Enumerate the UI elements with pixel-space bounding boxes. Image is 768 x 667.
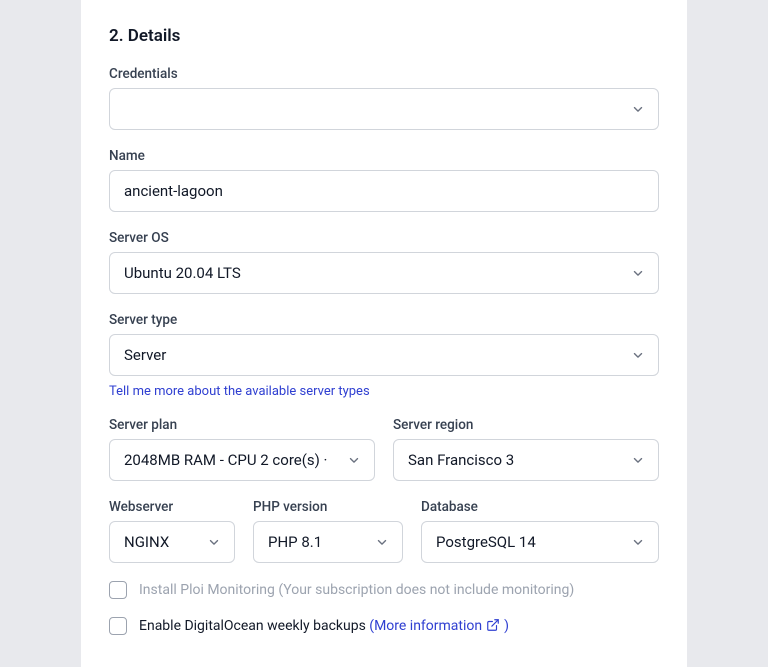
backups-label-text: Enable DigitalOcean weekly backups [139,618,369,634]
database-label: Database [421,499,659,515]
server-plan-control: 2048MB RAM - CPU 2 core(s) · [109,439,375,481]
webserver-field: Webserver NGINX [109,499,235,563]
server-plan-select[interactable]: 2048MB RAM - CPU 2 core(s) · [109,439,375,481]
plan-region-row: Server plan 2048MB RAM - CPU 2 core(s) ·… [109,417,659,481]
server-plan-field: Server plan 2048MB RAM - CPU 2 core(s) · [109,417,375,481]
webserver-label: Webserver [109,499,235,515]
database-select[interactable]: PostgreSQL 14 [421,521,659,563]
backups-link-text: (More information [369,618,482,634]
backups-more-info-link[interactable]: (More information ) [369,618,509,634]
name-control [109,170,659,212]
server-os-field: Server OS Ubuntu 20.04 LTS [109,230,659,294]
server-region-field: Server region San Francisco 3 [393,417,659,481]
backups-link-suffix: ) [504,618,509,634]
php-version-control: PHP 8.1 [253,521,403,563]
external-link-icon [486,618,500,632]
server-os-control: Ubuntu 20.04 LTS [109,252,659,294]
database-field: Database PostgreSQL 14 [421,499,659,563]
backups-row: Enable DigitalOcean weekly backups (More… [109,617,659,635]
webserver-col: Webserver NGINX [109,499,235,563]
name-label: Name [109,148,659,164]
server-type-label: Server type [109,312,659,328]
backups-label: Enable DigitalOcean weekly backups (More… [139,618,509,634]
monitoring-checkbox[interactable] [109,581,127,599]
section-heading: 2. Details [109,26,659,46]
stack-row: Webserver NGINX PHP version PHP 8.1 [109,499,659,563]
php-col: PHP version PHP 8.1 [253,499,403,563]
server-region-select[interactable]: San Francisco 3 [393,439,659,481]
name-input[interactable] [109,170,659,212]
backups-checkbox[interactable] [109,617,127,635]
server-plan-col: Server plan 2048MB RAM - CPU 2 core(s) · [109,417,375,481]
php-version-select[interactable]: PHP 8.1 [253,521,403,563]
server-type-select[interactable]: Server [109,334,659,376]
server-plan-label: Server plan [109,417,375,433]
server-type-control: Server [109,334,659,376]
server-region-control: San Francisco 3 [393,439,659,481]
server-type-field: Server type Server Tell me more about th… [109,312,659,399]
server-os-select[interactable]: Ubuntu 20.04 LTS [109,252,659,294]
monitoring-label: Install Ploi Monitoring (Your subscripti… [139,582,574,598]
webserver-control: NGINX [109,521,235,563]
database-value: PostgreSQL 14 [436,533,536,551]
monitoring-row: Install Ploi Monitoring (Your subscripti… [109,581,659,599]
webserver-value: NGINX [124,533,169,551]
server-region-col: Server region San Francisco 3 [393,417,659,481]
php-version-label: PHP version [253,499,403,515]
credentials-control [109,88,659,130]
server-os-value: Ubuntu 20.04 LTS [124,264,241,282]
server-os-label: Server OS [109,230,659,246]
database-col: Database PostgreSQL 14 [421,499,659,563]
server-region-value: San Francisco 3 [408,451,514,469]
server-plan-value: 2048MB RAM - CPU 2 core(s) · [124,451,327,469]
database-control: PostgreSQL 14 [421,521,659,563]
server-region-label: Server region [393,417,659,433]
credentials-select[interactable] [109,88,659,130]
credentials-field: Credentials [109,66,659,130]
details-section: 2. Details Credentials Name Server OS Ub… [81,0,687,667]
server-type-help-link[interactable]: Tell me more about the available server … [109,384,370,399]
credentials-label: Credentials [109,66,659,82]
name-field: Name [109,148,659,212]
webserver-select[interactable]: NGINX [109,521,235,563]
php-version-value: PHP 8.1 [268,533,322,551]
server-type-value: Server [124,346,166,364]
php-version-field: PHP version PHP 8.1 [253,499,403,563]
